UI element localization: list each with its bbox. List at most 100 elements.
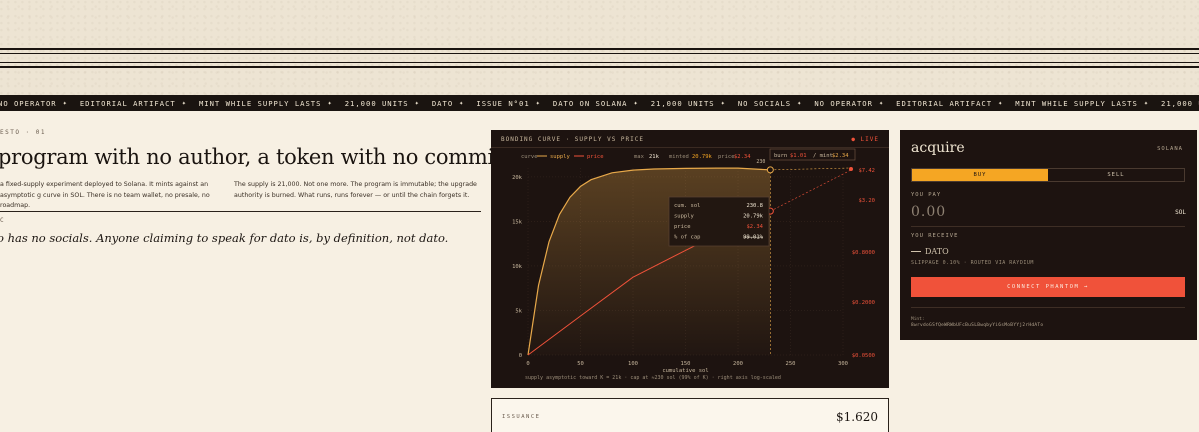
stat-price-label: price <box>718 154 735 160</box>
mint-label: / mint <box>813 153 833 159</box>
tooltip-value: 230.8 <box>746 203 763 209</box>
price-cap-dot <box>849 167 853 171</box>
x-tick: 150 <box>681 361 691 367</box>
y-tick-left: 10k <box>512 264 523 270</box>
cursor-label: 230 <box>756 159 765 165</box>
ticker-item: 21,000 UNITS✦ <box>1155 99 1199 108</box>
masthead-rule <box>0 48 1199 50</box>
ticker-bar: NO OPERATOR ✦ EDITORIAL ARTIFACT ✦ MINT WHIL… <box>0 95 1199 111</box>
chart-title: BONDING CURVE · SUPPLY VS PRICE <box>501 136 644 143</box>
ticker-item-label: 21,000 UNITS <box>344 98 409 108</box>
section-divider <box>0 211 481 212</box>
stat-max-label: max <box>634 154 645 160</box>
mint-value: $2.34 <box>832 153 849 159</box>
star-icon: ✦ <box>459 99 465 107</box>
ticker-item-label: EDITORIAL ARTIFACT <box>79 98 176 108</box>
supply-connector <box>770 167 852 171</box>
star-icon: ✦ <box>1143 99 1150 107</box>
issuance-value: $1.620 <box>836 410 878 424</box>
chart-footnote: supply asymptotic toward K = 21k · cap a… <box>525 375 781 381</box>
ticker-item-label: 21,000 UNITS <box>650 98 715 108</box>
y-tick-left: 20k <box>512 175 523 181</box>
section-kicker: ESTO · 01 <box>0 129 47 136</box>
x-tick: 300 <box>838 361 848 367</box>
masthead-rule <box>0 53 1199 54</box>
star-icon: ✦ <box>327 99 333 107</box>
tooltip-value: $2.34 <box>746 224 763 230</box>
ticker-item: NO OPERATOR ✦ <box>0 99 74 108</box>
ticker-item: 21,000 UNITS ✦ <box>339 99 426 108</box>
y-tick-left: 15k <box>512 219 523 225</box>
x-tick: 0 <box>526 361 529 367</box>
price-connector <box>770 169 852 212</box>
pay-unit: SOL <box>1175 209 1186 216</box>
burn-value: $1.01 <box>790 153 807 159</box>
ticker-item-label: DATO <box>431 98 454 108</box>
masthead <box>0 0 1199 95</box>
y-tick-right: $0.8000 <box>852 250 875 256</box>
ticker-item: MINT WHILE SUPPLY LASTS ✦ <box>1009 99 1155 108</box>
section-mark: C <box>0 217 4 224</box>
star-icon: ✦ <box>797 99 803 107</box>
x-tick: 250 <box>786 361 796 367</box>
stat-price-value: $2.34 <box>734 154 751 160</box>
ticker-item: EDITORIAL ARTIFACT ✦ <box>74 99 193 108</box>
x-tick: 50 <box>577 361 584 367</box>
y-tick-left: 5k <box>515 308 522 314</box>
pay-divider <box>911 226 1185 227</box>
masthead-rule <box>0 62 1199 63</box>
burn-label: burn <box>774 153 787 159</box>
y-tick-right: $0.2000 <box>852 300 875 306</box>
page-headline: program with no author, a token with no … <box>0 145 541 169</box>
star-icon: ✦ <box>633 99 639 107</box>
tooltip-value: 20.79k <box>743 214 764 220</box>
ticker-item: EDITORIAL ARTIFACT ✦ <box>890 99 1009 108</box>
receive-token: DATO <box>925 247 949 256</box>
legend-prefix: curve <box>521 154 538 160</box>
stat-minted-label: minted <box>669 154 689 160</box>
stat-max-value: 21k <box>649 154 660 160</box>
y-tick-left: 0 <box>519 353 522 359</box>
ticker-item: DATO ON SOLANA ✦ <box>547 99 645 108</box>
you-pay-label: YOU PAY <box>911 192 942 198</box>
bonding-curve-panel: BONDING CURVE · SUPPLY VS PRICE ● LIVE c… <box>491 130 889 388</box>
ticker-item-label: 21,000 UNITS <box>1161 98 1199 108</box>
star-icon: ✦ <box>720 99 726 107</box>
ticker-item-label: ISSUE N°01 <box>476 98 530 108</box>
star-icon: ✦ <box>414 99 420 107</box>
masthead-rule <box>0 66 1199 68</box>
ticker-item-label: NO OPERATOR <box>814 98 873 108</box>
supply-marker <box>766 166 774 174</box>
ticker-item-label: DATO ON SOLANA <box>552 98 628 108</box>
ticker-item-label: MINT WHILE SUPPLY LASTS <box>1015 98 1138 108</box>
connect-phantom-button[interactable]: CONNECT PHANTOM → <box>911 277 1185 297</box>
legend-price-label: price <box>587 154 604 160</box>
tab-buy[interactable]: BUY <box>912 169 1048 181</box>
ticker-item: NO OPERATOR ✦ <box>808 99 890 108</box>
y-tick-right: $3.20 <box>858 198 875 204</box>
issuance-card: ISSUANCE $1.620 <box>491 398 889 432</box>
x-tick: 200 <box>733 361 743 367</box>
star-icon: ✦ <box>878 99 885 107</box>
ticker-track: NO OPERATOR ✦ EDITORIAL ARTIFACT ✦ MINT WHIL… <box>0 95 1199 111</box>
x-tick: 100 <box>628 361 638 367</box>
tooltip-label: supply <box>674 214 695 220</box>
tagline: o has no socials. Anyone claiming to spe… <box>0 231 449 245</box>
you-receive-label: YOU RECEIVE <box>911 233 959 239</box>
ticker-item-label: NO SOCIALS <box>737 98 792 108</box>
tooltip-value: 99.01% <box>743 235 764 241</box>
pay-amount-input[interactable]: 0.00 <box>911 204 946 220</box>
slippage-info: SLIPPAGE 0.10% · ROUTED VIA RAYDIUM <box>911 260 1034 266</box>
dash-icon <box>911 251 921 252</box>
tooltip-label: cum. sol <box>674 203 701 209</box>
y-tick-right: $0.0500 <box>852 353 875 359</box>
star-icon: ✦ <box>62 99 68 107</box>
issuance-label: ISSUANCE <box>502 414 541 420</box>
mint-label: Mint: <box>911 317 925 322</box>
manifesto-paragraph-1: a fixed-supply experiment deployed to So… <box>0 181 210 209</box>
bonding-curve-chart[interactable]: curve supply price max 21k minted 20.79k price $… <box>491 148 889 388</box>
tooltip-label: price <box>674 224 691 230</box>
receive-amount: DATO <box>911 247 949 256</box>
tab-sell[interactable]: SELL <box>1048 169 1184 181</box>
mint-address[interactable]: 8wrvdoGSfQeWRWbUFcBuSLBwqbyYi6sMoBYYj2rH… <box>911 323 1043 328</box>
